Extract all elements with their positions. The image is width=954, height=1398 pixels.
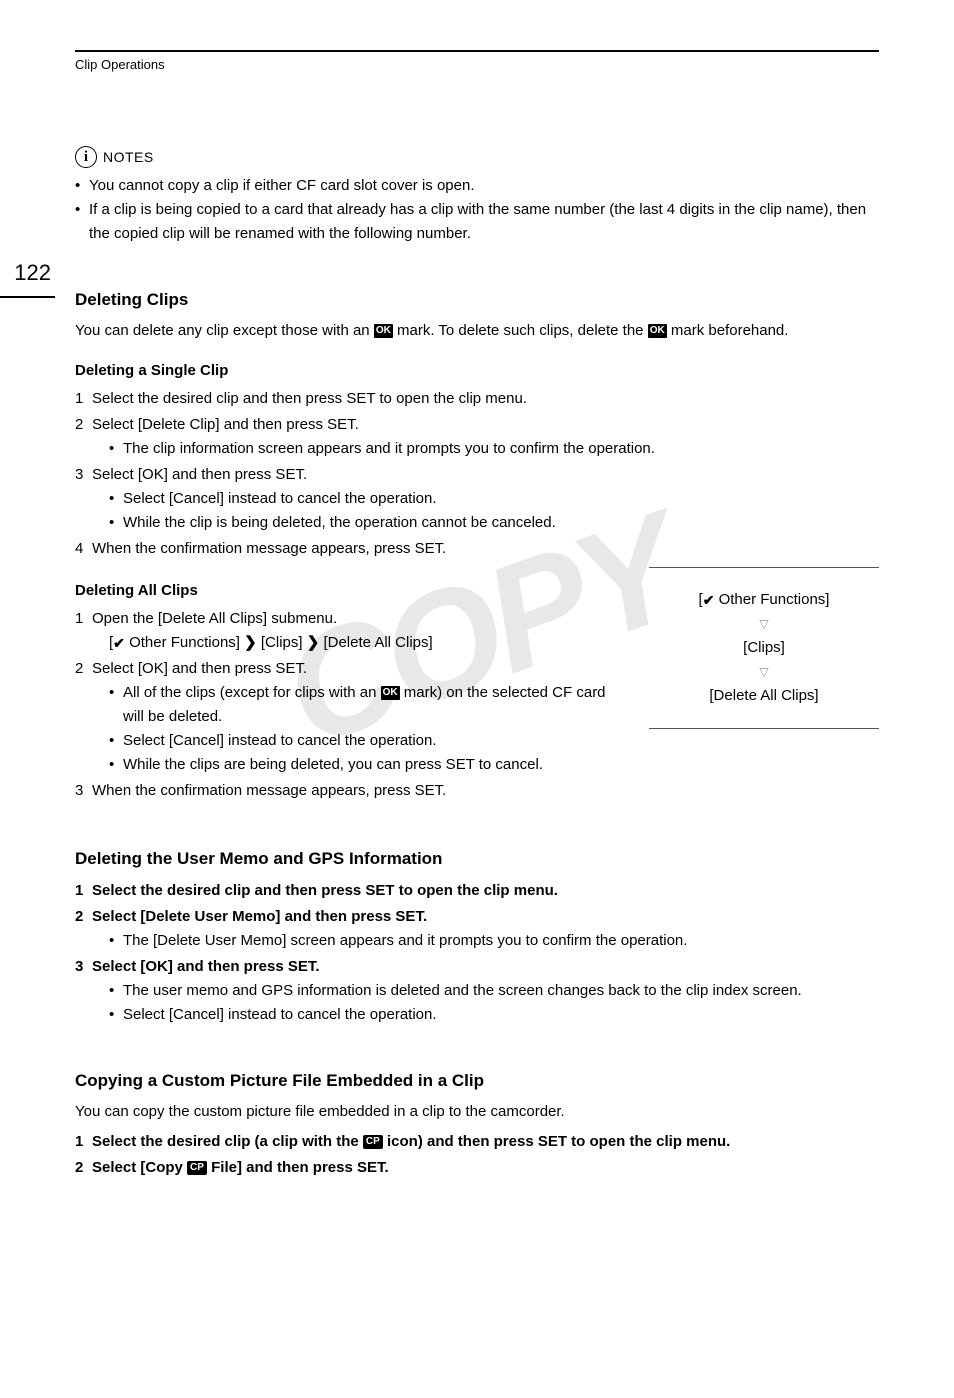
menu-path-item: [Delete All Clips] bbox=[655, 684, 873, 708]
step-list: Select the desired clip and then press S… bbox=[75, 879, 879, 1027]
step-item: Select [OK] and then press SET. Select [… bbox=[75, 463, 879, 535]
sub-bullet: The clip information screen appears and … bbox=[109, 437, 879, 461]
page-number-rule bbox=[0, 296, 55, 298]
step-list: Select the desired clip (a clip with the… bbox=[75, 1130, 879, 1180]
step-text: Select [Copy bbox=[92, 1159, 187, 1176]
header-rule bbox=[75, 50, 879, 52]
sub-section-title: Deleting All Clips bbox=[75, 579, 629, 603]
step-list: Select the desired clip and then press S… bbox=[75, 387, 879, 561]
note-item: You cannot copy a clip if either CF card… bbox=[75, 174, 879, 198]
step-text: Select the desired clip (a clip with the bbox=[92, 1133, 363, 1150]
notes-label: NOTES bbox=[103, 146, 154, 168]
step-item: Select [Delete Clip] and then press SET.… bbox=[75, 413, 879, 461]
check-icon: ✔ bbox=[113, 632, 125, 654]
step-item: When the confirmation message appears, p… bbox=[75, 537, 879, 561]
sub-bullet: The user memo and GPS information is del… bbox=[109, 979, 879, 1003]
step-item: Select the desired clip and then press S… bbox=[75, 879, 879, 903]
step-item: Select [OK] and then press SET. All of t… bbox=[75, 657, 629, 777]
step-item: Select the desired clip and then press S… bbox=[75, 387, 879, 411]
page-number: 122 bbox=[0, 255, 55, 290]
step-item: Select [Copy CP File] and then press SET… bbox=[75, 1156, 879, 1180]
step-text: Select the desired clip and then press S… bbox=[92, 882, 558, 899]
text: You can delete any clip except those wit… bbox=[75, 322, 374, 339]
sub-bullet: The [Delete User Memo] screen appears an… bbox=[109, 929, 879, 953]
section-intro: You can delete any clip except those wit… bbox=[75, 319, 879, 343]
ok-mark-icon: OK bbox=[648, 324, 667, 338]
info-icon: i bbox=[75, 146, 97, 168]
arrow-icon: ❯ bbox=[307, 631, 320, 655]
step-text: Open the [Delete All Clips] submenu. bbox=[92, 610, 337, 627]
down-arrow-icon: ▽ bbox=[655, 618, 873, 630]
sub-section-title: Deleting a Single Clip bbox=[75, 359, 879, 383]
step-text: Select [Delete User Memo] and then press… bbox=[92, 908, 427, 925]
step-text: When the confirmation message appears, p… bbox=[92, 782, 446, 799]
ok-mark-icon: OK bbox=[381, 686, 400, 700]
cp-mark-icon: CP bbox=[363, 1135, 383, 1149]
sub-bullet: All of the clips (except for clips with … bbox=[109, 681, 629, 729]
page-number-block: 122 bbox=[0, 255, 55, 298]
check-icon: ✔ bbox=[703, 589, 715, 611]
sub-bullet: Select [Cancel] instead to cancel the op… bbox=[109, 729, 629, 753]
menu-path-item: [✔ Other Functions] bbox=[655, 588, 873, 612]
section-intro: You can copy the custom picture file emb… bbox=[75, 1100, 879, 1124]
step-item: Select [Delete User Memo] and then press… bbox=[75, 905, 879, 953]
section-title: Deleting Clips bbox=[75, 286, 879, 313]
step-text: Select [OK] and then press SET. bbox=[92, 660, 307, 677]
down-arrow-icon: ▽ bbox=[655, 666, 873, 678]
text: [Clips] bbox=[257, 634, 307, 651]
note-item: If a clip is being copied to a card that… bbox=[75, 198, 879, 246]
text: [Delete All Clips] bbox=[319, 634, 432, 651]
step-text: Select [OK] and then press SET. bbox=[92, 466, 307, 483]
cp-mark-icon: CP bbox=[187, 1161, 207, 1175]
step-text: icon) and then press SET to open the cli… bbox=[387, 1133, 730, 1150]
step-text: File] and then press SET. bbox=[211, 1159, 389, 1176]
text: Other Functions] bbox=[125, 634, 244, 651]
breadcrumb: Clip Operations bbox=[0, 55, 954, 76]
section-title: Copying a Custom Picture File Embedded i… bbox=[75, 1067, 879, 1094]
ok-mark-icon: OK bbox=[374, 324, 393, 338]
sub-bullet: Select [Cancel] instead to cancel the op… bbox=[109, 487, 879, 511]
text: Other Functions] bbox=[714, 591, 829, 608]
text: mark. To delete such clips, delete the bbox=[397, 322, 648, 339]
sub-bullet: While the clips are being deleted, you c… bbox=[109, 753, 629, 777]
step-list: Open the [Delete All Clips] submenu. [✔ … bbox=[75, 607, 629, 803]
menu-path: [✔ Other Functions] ❯ [Clips] ❯ [Delete … bbox=[92, 631, 629, 655]
menu-path-box: [✔ Other Functions] ▽ [Clips] ▽ [Delete … bbox=[649, 567, 879, 729]
section-title: Deleting the User Memo and GPS Informati… bbox=[75, 845, 879, 872]
step-item: Open the [Delete All Clips] submenu. [✔ … bbox=[75, 607, 629, 655]
text: All of the clips (except for clips with … bbox=[123, 684, 381, 701]
text: mark beforehand. bbox=[671, 322, 789, 339]
arrow-icon: ❯ bbox=[244, 631, 257, 655]
notes-list: You cannot copy a clip if either CF card… bbox=[75, 174, 879, 246]
step-item: Select [OK] and then press SET. The user… bbox=[75, 955, 879, 1027]
step-text: When the confirmation message appears, p… bbox=[92, 540, 446, 557]
step-item: Select the desired clip (a clip with the… bbox=[75, 1130, 879, 1154]
step-text: Select the desired clip and then press S… bbox=[92, 390, 527, 407]
step-text: Select [Delete Clip] and then press SET. bbox=[92, 416, 359, 433]
step-item: When the confirmation message appears, p… bbox=[75, 779, 629, 803]
menu-path-item: [Clips] bbox=[655, 636, 873, 660]
sub-bullet: Select [Cancel] instead to cancel the op… bbox=[109, 1003, 879, 1027]
step-text: Select [OK] and then press SET. bbox=[92, 958, 320, 975]
sub-bullet: While the clip is being deleted, the ope… bbox=[109, 511, 879, 535]
